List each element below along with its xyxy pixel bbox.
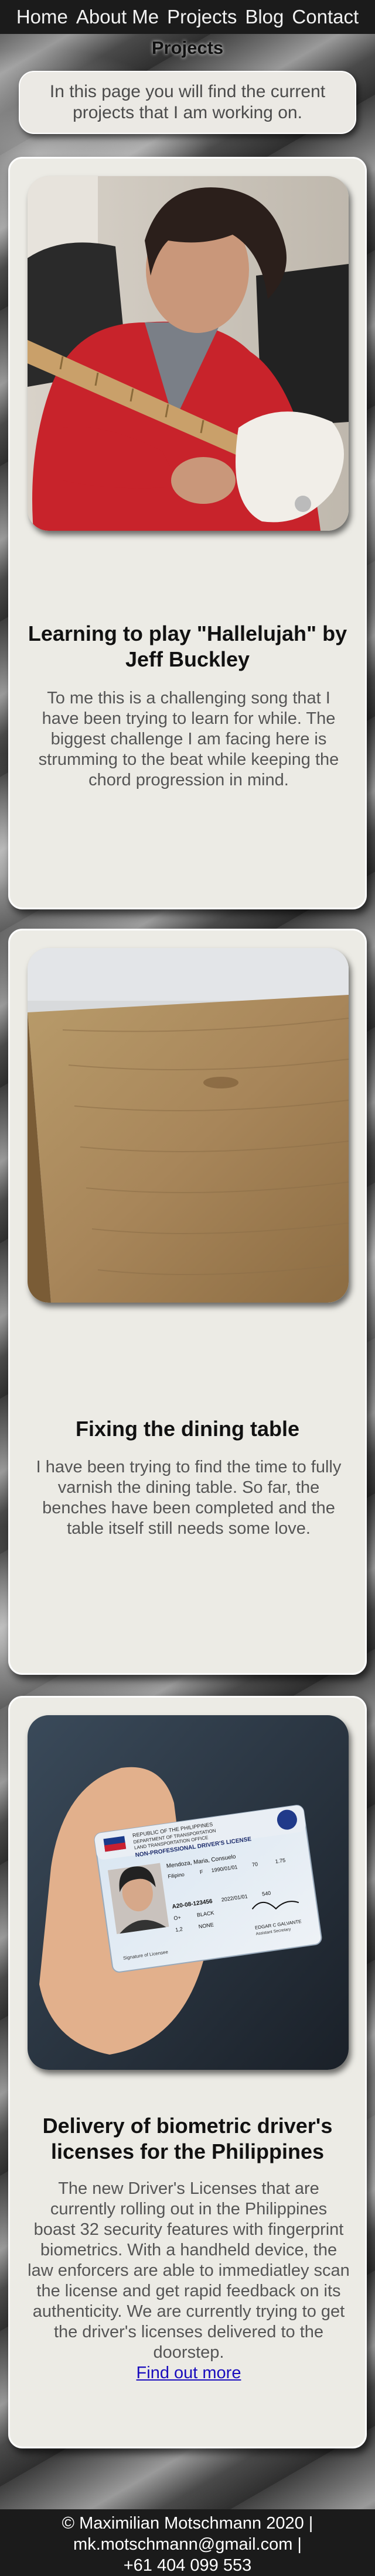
footer: © Maximilian Motschmann 2020 | mk.motsch… — [0, 2509, 375, 2576]
project-title: Fixing the dining table — [76, 1417, 299, 1441]
intro-box: In this page you will find the current p… — [19, 71, 356, 134]
license-photo-image: REPUBLIC OF THE PHILIPPINES DEPARTMENT O… — [28, 1715, 349, 2070]
license-agency-code: 540 — [261, 1890, 271, 1897]
project-description-text: The new Driver's Licenses that are curre… — [28, 2179, 350, 2362]
page-title: Projects — [151, 37, 224, 58]
drivers-license-photo: REPUBLIC OF THE PHILIPPINES DEPARTMENT O… — [28, 1715, 349, 2070]
table-photo-image — [28, 948, 349, 1303]
nav-about-link[interactable]: About Me — [76, 0, 159, 34]
project-title: Delivery of biometric driver's licenses … — [42, 2114, 333, 2163]
project-card-table: Fixing the dining table I have been tryi… — [8, 929, 367, 1675]
license-restriction: 1,2 — [175, 1926, 183, 1933]
wooden-table-photo — [28, 948, 349, 1303]
license-weight: 70 — [251, 1861, 258, 1867]
project-description: To me this is a challenging song that I … — [38, 689, 339, 789]
project-description: I have been trying to find the time to f… — [36, 1458, 342, 1538]
project-card-license: REPUBLIC OF THE PHILIPPINES DEPARTMENT O… — [8, 1696, 367, 2448]
nav-blog-link[interactable]: Blog — [245, 0, 284, 34]
project-title: Learning to play "Hallelujah" by Jeff Bu… — [28, 621, 347, 671]
guitar-photo-image — [28, 176, 349, 531]
man-playing-guitar-photo — [28, 176, 349, 531]
license-blood-type: O+ — [173, 1915, 182, 1922]
nav-contact-link[interactable]: Contact — [292, 0, 359, 34]
footer-phone: +61 404 099 553 — [123, 2556, 252, 2575]
footer-copyright: © Maximilian Motschmann 2020 | — [62, 2514, 313, 2533]
top-nav: Home About Me Projects Blog Contact — [0, 0, 375, 34]
find-out-more-link[interactable]: Find out more — [137, 2364, 241, 2382]
nav-projects-link[interactable]: Projects — [167, 0, 237, 34]
project-card-guitar: Learning to play "Hallelujah" by Jeff Bu… — [8, 157, 367, 909]
footer-email: mk.motschmann@gmail.com | — [73, 2535, 302, 2554]
nav-home-link[interactable]: Home — [16, 0, 68, 34]
project-description: The new Driver's Licenses that are curre… — [28, 2179, 350, 2383]
